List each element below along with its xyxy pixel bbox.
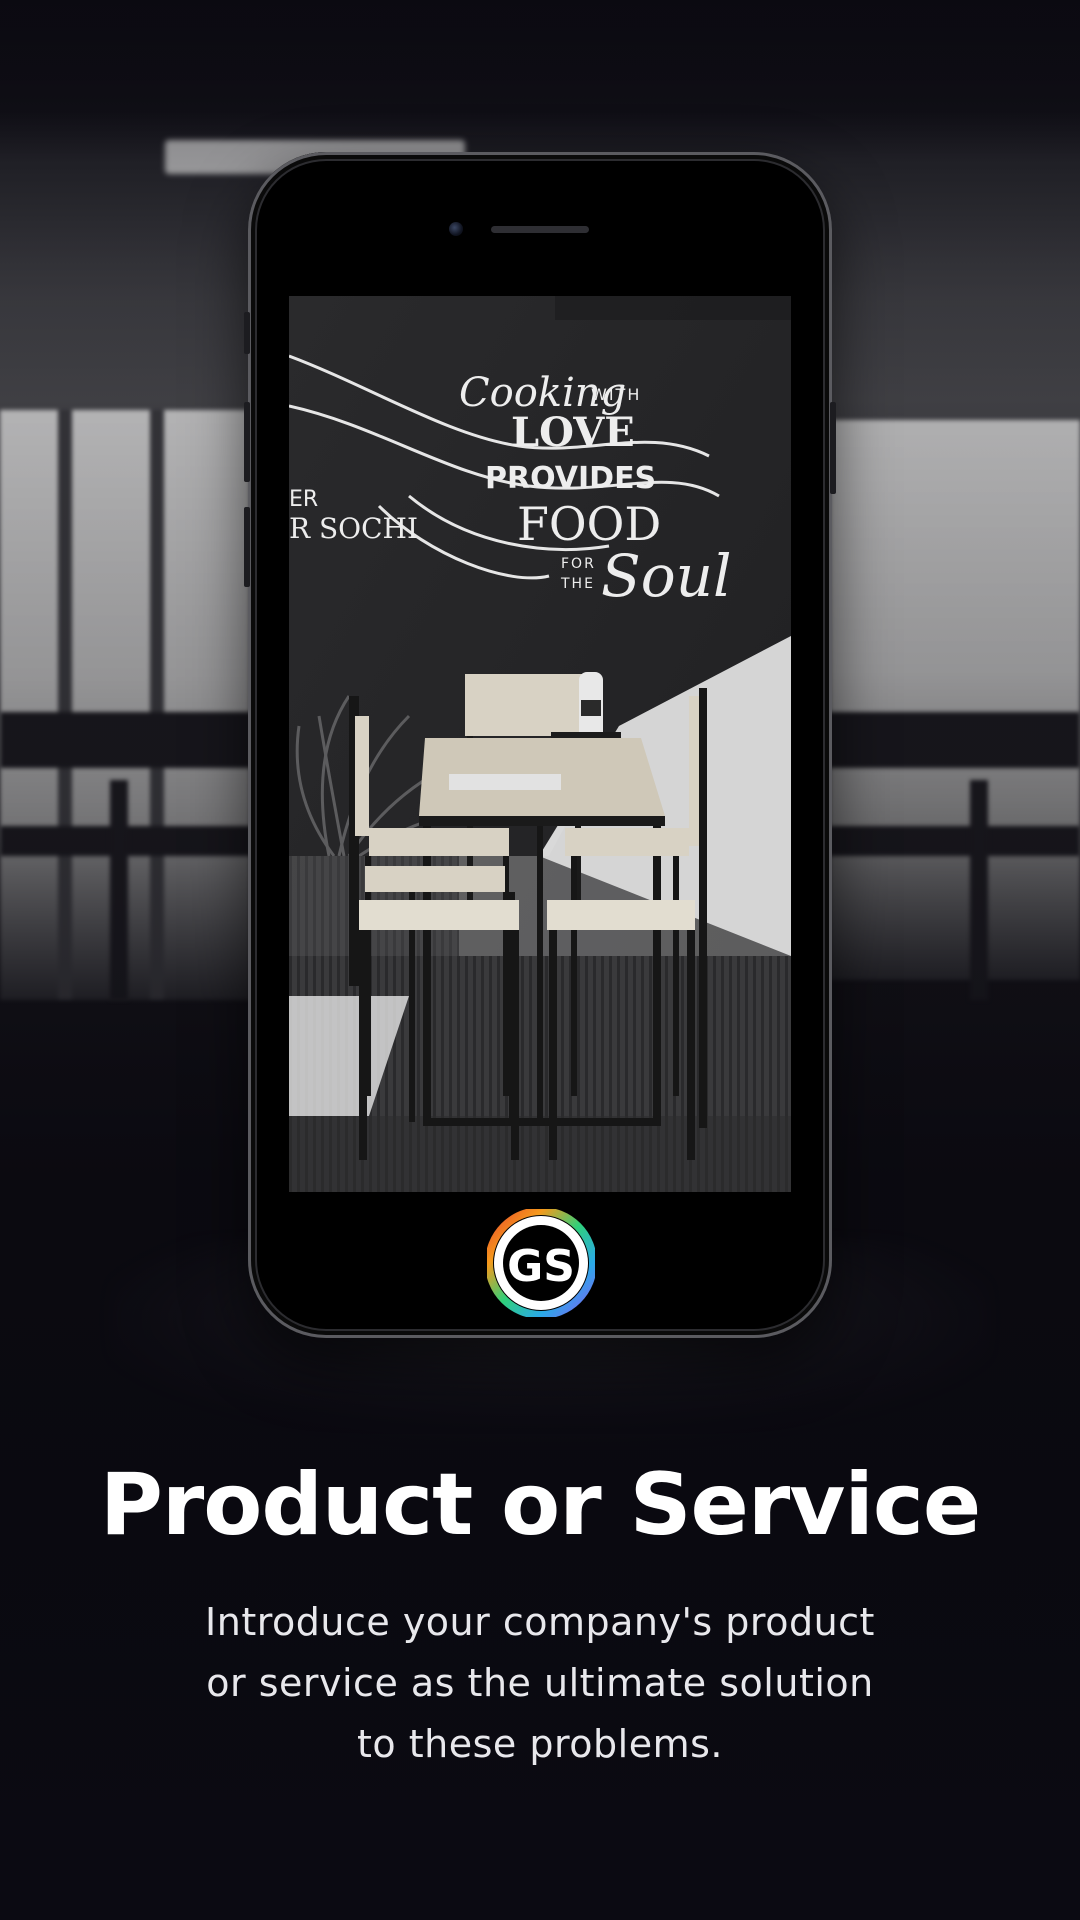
gs-logo: GS [485, 1207, 597, 1319]
menu-card [449, 774, 561, 790]
chalk-text-provides: PROVIDES [485, 461, 656, 496]
chalk-text-for: FOR [561, 556, 596, 572]
phone-power-button [830, 402, 836, 494]
earpiece-speaker [491, 226, 589, 233]
gs-logo-text: GS [507, 1241, 575, 1292]
chalk-text-the: THE [560, 576, 595, 592]
phone-volume-up-button [244, 402, 250, 482]
restaurant-illustration: Cooking WITH LOVE PROVIDES FOOD FOR THE … [289, 296, 791, 1192]
slide-body-text: Introduce your company's product or serv… [205, 1600, 875, 1766]
chalk-side-text-2: R SOCHI [289, 512, 418, 545]
front-camera [449, 222, 463, 236]
chalk-text-soul: Soul [601, 542, 732, 610]
phone-volume-down-button [244, 507, 250, 587]
phone-mute-switch [244, 312, 250, 354]
chalk-text-with: WITH [591, 385, 641, 404]
slide: Cooking WITH LOVE PROVIDES FOOD FOR THE … [0, 0, 1080, 1920]
slide-title: Product or Service [99, 1455, 981, 1555]
gs-logo-mark: GS [485, 1207, 597, 1319]
phone-screen-photo: Cooking WITH LOVE PROVIDES FOOD FOR THE … [289, 296, 791, 1192]
chalk-side-text-1: ER [289, 487, 318, 512]
chalk-text-love: LOVE [511, 409, 635, 456]
